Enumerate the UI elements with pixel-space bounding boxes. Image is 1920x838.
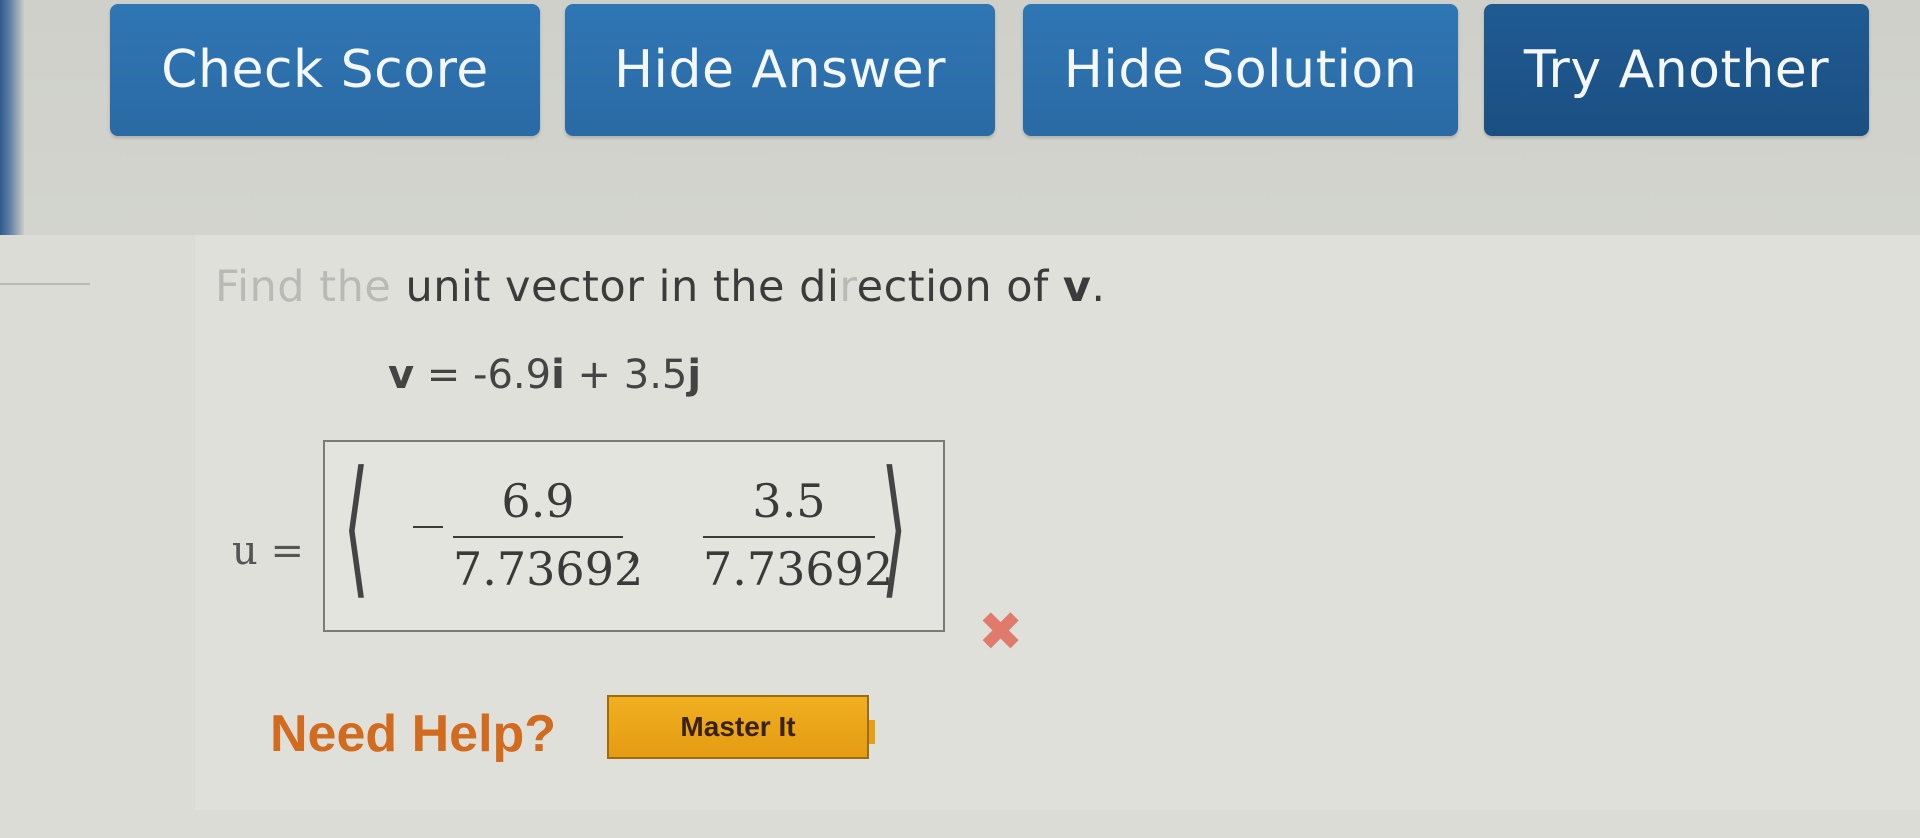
master-it-button-edge bbox=[869, 720, 875, 744]
question-faded-letter: r bbox=[839, 262, 857, 312]
question-faded-prefix: Find the bbox=[215, 262, 392, 312]
left-accent-stripe bbox=[0, 0, 24, 235]
need-help-label: Need Help? bbox=[270, 705, 557, 763]
left-angle-bracket: ⟨ bbox=[343, 440, 370, 614]
hide-solution-button[interactable]: Hide Solution bbox=[1023, 4, 1458, 136]
question-vector-symbol: v bbox=[1062, 262, 1092, 312]
fraction1-numerator: 6.9 bbox=[501, 474, 575, 528]
fraction1-denominator: 7.73692 bbox=[453, 542, 644, 596]
given-i-unit: i bbox=[551, 352, 565, 398]
divider bbox=[0, 283, 90, 285]
minus-sign bbox=[413, 526, 443, 528]
question-text-part: unit vector in the di bbox=[391, 262, 840, 312]
fraction2-denominator: 7.73692 bbox=[703, 542, 894, 596]
question-text-part2: ection of bbox=[856, 262, 1063, 312]
comma-separator: , bbox=[627, 522, 640, 568]
master-it-button[interactable]: Master It bbox=[607, 695, 869, 759]
given-rhs-a: = -6.9 bbox=[414, 352, 552, 398]
x-mark-icon: ✖ bbox=[978, 600, 1024, 663]
right-angle-bracket: ⟩ bbox=[881, 440, 908, 614]
given-vector-equation: v = -6.9i + 3.5j bbox=[388, 352, 701, 398]
question-text: Find the unit vector in the direction of… bbox=[215, 262, 1106, 312]
given-rhs-b: + 3.5 bbox=[564, 352, 688, 398]
hide-answer-button[interactable]: Hide Answer bbox=[565, 4, 995, 136]
question-period: . bbox=[1091, 262, 1106, 312]
fraction2-bar bbox=[703, 536, 875, 538]
try-another-button[interactable]: Try Another bbox=[1484, 4, 1869, 136]
answer-input-box[interactable]: ⟨ 6.9 7.73692 , 3.5 7.73692 ⟩ bbox=[323, 440, 945, 632]
given-lhs: v bbox=[388, 352, 415, 398]
answer-label: u = bbox=[232, 528, 304, 574]
check-score-button[interactable]: Check Score bbox=[110, 4, 540, 136]
fraction1-bar bbox=[453, 536, 623, 538]
given-j-unit: j bbox=[687, 352, 702, 398]
fraction2-numerator: 3.5 bbox=[752, 474, 826, 528]
